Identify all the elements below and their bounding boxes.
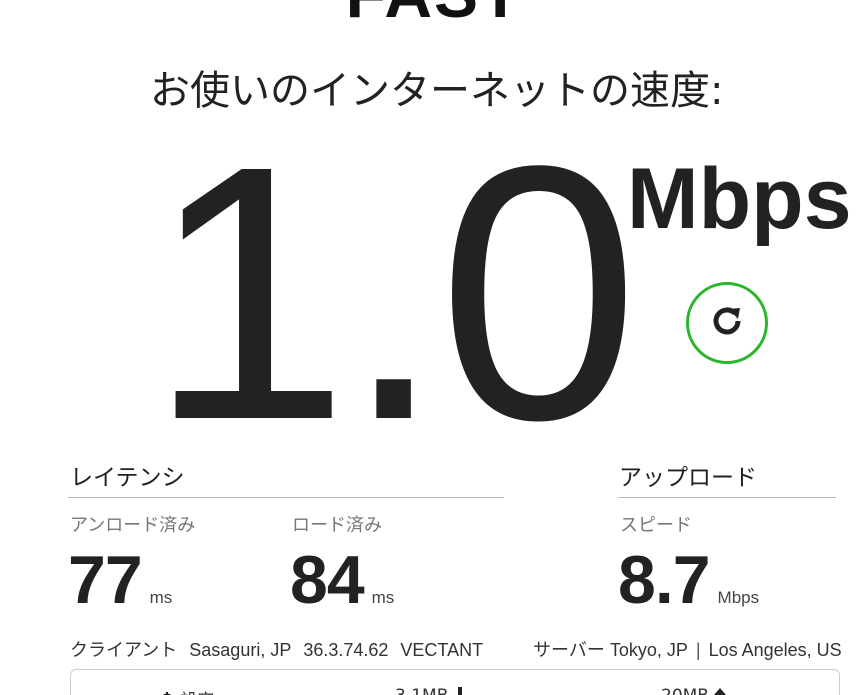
settings-label: 設定 xyxy=(180,691,214,695)
upload-size: 20MB xyxy=(661,686,727,695)
refresh-icon xyxy=(705,299,749,348)
server-location-primary: Tokyo, JP xyxy=(609,640,688,660)
server-info: サーバー Tokyo, JP | Los Angeles, US xyxy=(533,636,842,662)
unloaded-latency-value: 77 xyxy=(68,542,143,618)
download-size: 3.1MB xyxy=(395,686,466,695)
arrow-down-icon xyxy=(454,686,466,695)
fast-logo[interactable]: FAST xyxy=(0,0,868,32)
gear-icon xyxy=(159,691,180,695)
arrow-up-icon xyxy=(714,686,727,695)
settings-bar: 設定 3.1MB 20MB xyxy=(70,669,840,695)
client-info: クライアント Sasaguri, JP 36.3.74.62 VECTANT xyxy=(70,636,483,662)
client-label: クライアント xyxy=(70,640,178,661)
settings-button[interactable]: 設定 xyxy=(159,686,214,695)
latency-title: レイテンシ xyxy=(70,465,185,491)
loaded-latency-label: ロード済み xyxy=(292,515,382,536)
upload-speed-value: 8.7 xyxy=(618,542,711,618)
page: FAST お使いのインターネットの速度: 1.0 Mbps レイテンシ アンロー… xyxy=(0,0,868,695)
unloaded-latency: 77 ms xyxy=(68,541,172,619)
loaded-latency-unit: ms xyxy=(371,588,395,607)
loaded-latency: 84 ms xyxy=(290,541,394,619)
server-location-secondary: Los Angeles, US xyxy=(708,640,842,660)
speed-units: Mbps xyxy=(627,151,852,247)
unloaded-latency-label: アンロード済み xyxy=(70,515,196,536)
unloaded-latency-unit: ms xyxy=(149,588,173,607)
client-location: Sasaguri, JP xyxy=(189,640,292,660)
upload-speed-label: スピード xyxy=(620,515,692,536)
speed-value: 1.0 xyxy=(148,90,639,495)
upload-speed-unit: Mbps xyxy=(717,588,760,607)
client-ip: 36.3.74.62 xyxy=(303,640,389,660)
upload-size-value: 20MB xyxy=(661,686,709,695)
latency-divider xyxy=(68,497,504,498)
upload-speed: 8.7 Mbps xyxy=(618,541,759,619)
download-size-value: 3.1MB xyxy=(395,686,448,695)
upload-title: アップロード xyxy=(619,465,757,491)
client-isp: VECTANT xyxy=(400,640,484,660)
upload-divider xyxy=(618,497,836,498)
loaded-latency-value: 84 xyxy=(290,542,365,618)
refresh-button[interactable] xyxy=(686,282,768,364)
server-separator: | xyxy=(695,640,701,660)
server-label: サーバー xyxy=(533,640,605,661)
